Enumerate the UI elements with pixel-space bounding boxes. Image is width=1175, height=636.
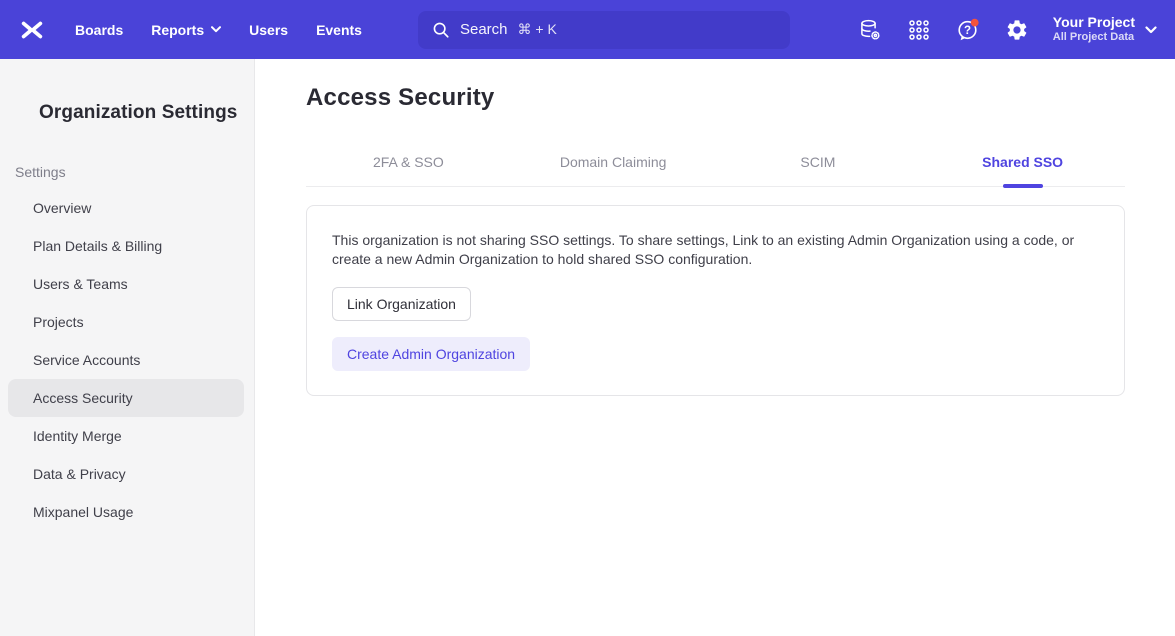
- search-input[interactable]: Search ⌘ + K: [418, 11, 790, 49]
- nav-item-reports[interactable]: Reports: [151, 22, 221, 38]
- project-switcher[interactable]: Your Project All Project Data: [1053, 14, 1157, 45]
- sidebar-title: Organization Settings: [39, 102, 254, 124]
- mixpanel-logo-icon[interactable]: [19, 17, 45, 43]
- sidebar-item-identity-merge[interactable]: Identity Merge: [8, 417, 244, 455]
- nav-item-label: Events: [316, 22, 362, 38]
- sidebar-section-label: Settings: [15, 164, 254, 180]
- tab-2fa-sso[interactable]: 2FA & SSO: [306, 142, 511, 186]
- chevron-down-icon: [1145, 26, 1157, 34]
- shared-sso-description: This organization is not sharing SSO set…: [332, 231, 1094, 269]
- tab-scim[interactable]: SCIM: [716, 142, 921, 186]
- search-icon: [432, 21, 450, 39]
- app-window: Boards Reports Users Events Search ⌘ + K: [0, 0, 1175, 636]
- sidebar-item-users-teams[interactable]: Users & Teams: [8, 265, 244, 303]
- settings-gear-icon[interactable]: [1005, 18, 1029, 42]
- sidebar-item-mixpanel-usage[interactable]: Mixpanel Usage: [8, 493, 244, 531]
- content-row: Organization Settings Settings Overview …: [0, 59, 1175, 636]
- tab-shared-sso[interactable]: Shared SSO: [920, 142, 1125, 186]
- sidebar-item-data-privacy[interactable]: Data & Privacy: [8, 455, 244, 493]
- data-management-icon[interactable]: [858, 18, 882, 42]
- help-icon[interactable]: ?: [956, 18, 980, 42]
- nav-item-users[interactable]: Users: [249, 22, 288, 38]
- sidebar-item-service-accounts[interactable]: Service Accounts: [8, 341, 244, 379]
- sidebar-item-plan-details-billing[interactable]: Plan Details & Billing: [8, 227, 244, 265]
- sidebar-item-overview[interactable]: Overview: [8, 189, 244, 227]
- primary-nav-links: Boards Reports Users Events: [75, 22, 362, 38]
- nav-item-label: Boards: [75, 22, 123, 38]
- tab-bar: 2FA & SSO Domain Claiming SCIM Shared SS…: [306, 142, 1125, 187]
- search-shortcut-hint: ⌘ + K: [518, 21, 557, 38]
- sidebar-item-access-security[interactable]: Access Security: [8, 379, 244, 417]
- main-panel: Access Security 2FA & SSO Domain Claimin…: [255, 59, 1175, 636]
- project-names: Your Project All Project Data: [1053, 14, 1135, 45]
- org-settings-sidebar: Organization Settings Settings Overview …: [0, 59, 255, 636]
- tab-domain-claiming[interactable]: Domain Claiming: [511, 142, 716, 186]
- svg-text:?: ?: [964, 25, 971, 37]
- nav-item-boards[interactable]: Boards: [75, 22, 123, 38]
- create-admin-organization-button[interactable]: Create Admin Organization: [332, 337, 530, 371]
- chevron-down-icon: [211, 26, 221, 33]
- project-scope: All Project Data: [1053, 31, 1134, 45]
- link-organization-button[interactable]: Link Organization: [332, 287, 471, 321]
- nav-item-label: Reports: [151, 22, 204, 38]
- top-navigation-bar: Boards Reports Users Events Search ⌘ + K: [0, 0, 1175, 59]
- search-placeholder: Search: [460, 21, 508, 38]
- shared-sso-card: This organization is not sharing SSO set…: [306, 205, 1125, 396]
- project-name: Your Project: [1053, 14, 1135, 32]
- page-title: Access Security: [306, 84, 1175, 112]
- card-actions: Link Organization Create Admin Organizat…: [332, 287, 1099, 371]
- notification-badge: [971, 18, 979, 26]
- sidebar-item-projects[interactable]: Projects: [8, 303, 244, 341]
- nav-item-events[interactable]: Events: [316, 22, 362, 38]
- nav-icon-cluster: ?: [858, 18, 1029, 42]
- nav-item-label: Users: [249, 22, 288, 38]
- apps-grid-icon[interactable]: [907, 18, 931, 42]
